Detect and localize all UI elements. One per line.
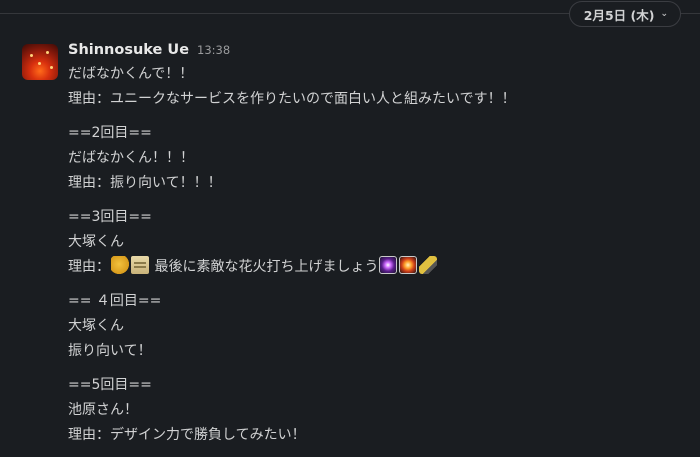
date-label: 2月5日 (木) — [583, 7, 655, 23]
message-line-with-emoji: 理由： 最後に素敵な花火打ち上げましょう — [68, 255, 690, 280]
message-line: 大塚くん — [68, 318, 124, 334]
chevron-down-icon: ⌄ — [660, 9, 668, 19]
scroll-icon[interactable] — [131, 256, 149, 274]
message-line: ==2回目== — [68, 125, 152, 141]
message-line: ==5回目== — [68, 377, 152, 393]
message-line: 振り向いて！ — [68, 343, 152, 359]
firework-burst-icon[interactable] — [399, 256, 418, 274]
fist-icon[interactable] — [111, 256, 129, 274]
avatar[interactable] — [22, 44, 58, 80]
message-block-4: == ４回目== 大塚くん 振り向いて！ — [68, 289, 690, 364]
message-line: == ４回目== — [68, 293, 162, 309]
message-block-2: ==2回目== だばなかくん！！！ 理由：振り向いて！！！ — [68, 121, 690, 196]
message-line: だばなかくんで！！ — [68, 66, 194, 82]
message-line: ==3回目== — [68, 209, 152, 225]
message-line: 理由：振り向いて！！！ — [68, 175, 222, 191]
message-line: 大塚くん — [68, 234, 124, 250]
message-line: 池原さん！ — [68, 402, 138, 418]
rocket-icon[interactable] — [419, 256, 438, 274]
message-block-3: ==3回目== 大塚くん 理由： 最後に素敵な花火打ち上げましょう — [68, 205, 690, 280]
message-line: だばなかくん！！！ — [68, 150, 194, 166]
message-line: 理由：デザイン力で勝負してみたい！ — [68, 427, 306, 443]
reason-prefix: 理由： — [68, 259, 110, 275]
fireworks-icon[interactable] — [379, 256, 398, 274]
author-name[interactable]: Shinnosuke Ue — [68, 42, 189, 58]
timestamp[interactable]: 13:38 — [197, 43, 230, 57]
message-line: 理由：ユニークなサービスを作りたいので面白い人と組みたいです！！ — [68, 91, 516, 107]
message-block-1: だばなかくんで！！ 理由：ユニークなサービスを作りたいので面白い人と組みたいです… — [68, 62, 690, 112]
date-divider-button[interactable]: 2月5日 (木) ⌄ — [568, 1, 681, 27]
message-content: Shinnosuke Ue 13:38 だばなかくんで！！ 理由：ユニークなサー… — [68, 42, 690, 457]
reason-text: 最後に素敵な花火打ち上げましょう — [154, 259, 379, 275]
message-block-5: ==5回目== 池原さん！ 理由：デザイン力で勝負してみたい！ — [68, 373, 690, 448]
